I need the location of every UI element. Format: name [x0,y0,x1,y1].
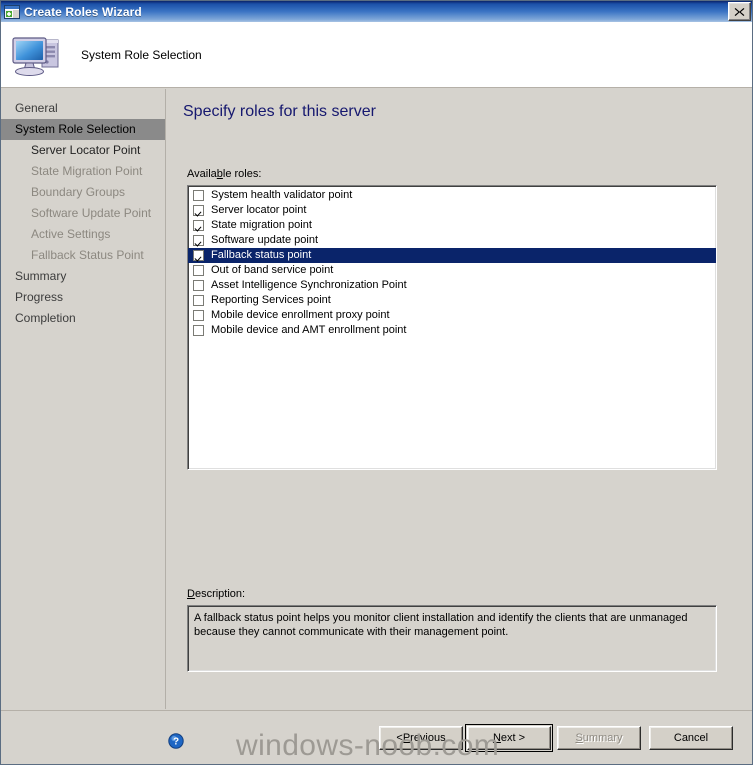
sidebar-item-server-locator-point[interactable]: Server Locator Point [1,140,165,161]
header-title: System Role Selection [81,47,202,62]
list-item[interactable]: Reporting Services point [188,293,716,308]
list-item[interactable]: Mobile device and AMT enrollment point [188,323,716,338]
role-checkbox[interactable] [193,295,204,306]
role-checkbox[interactable] [193,280,204,291]
list-item[interactable]: Mobile device enrollment proxy point [188,308,716,323]
sidebar-item-progress[interactable]: Progress [1,287,165,308]
next-button-accelerator: N [492,732,501,744]
description-label-accelerator: D [187,588,195,600]
list-item[interactable]: System health validator point [188,188,716,203]
description-text: A fallback status point helps you monito… [194,612,688,638]
role-label: Asset Intelligence Synchronization Point [211,279,407,291]
list-item[interactable]: Asset Intelligence Synchronization Point [188,278,716,293]
wizard-button-bar: ? < Previous Next > Summary Cancel [1,710,752,764]
cancel-button[interactable]: Cancel [649,726,733,750]
sidebar-item-general[interactable]: General [1,98,165,119]
role-checkbox[interactable] [193,325,204,336]
role-label: Software update point [211,234,319,246]
available-roles-label-pre: Availa [187,168,217,180]
wizard-body: General System Role Selection Server Loc… [1,89,752,709]
sidebar-item-fallback-status-point[interactable]: Fallback Status Point [1,245,165,266]
computer-icon [11,31,63,79]
role-label: State migration point [211,219,312,231]
next-button-post: ext > [500,732,526,744]
role-checkbox[interactable] [193,205,204,216]
previous-button-post: revious [410,732,446,744]
sidebar-item-summary[interactable]: Summary [1,266,165,287]
role-checkbox[interactable] [193,250,204,261]
list-item[interactable]: Software update point [188,233,716,248]
role-label: Mobile device and AMT enrollment point [211,324,407,336]
sidebar-item-state-migration-point[interactable]: State Migration Point [1,161,165,182]
description-label-post: escription: [194,588,246,600]
role-checkbox[interactable] [193,235,204,246]
previous-button[interactable]: < Previous [379,726,463,750]
sidebar-item-completion[interactable]: Completion [1,308,165,329]
page-title: Specify roles for this server [183,103,376,120]
list-item-selected[interactable]: Fallback status point [188,248,716,263]
role-label: Mobile device enrollment proxy point [211,309,390,321]
sidebar-item-software-update-point[interactable]: Software Update Point [1,203,165,224]
close-button[interactable] [728,2,751,21]
sidebar-item-system-role-selection[interactable]: System Role Selection [1,119,165,140]
create-roles-wizard-window: Create Roles Wizard System Role Selectio… [0,0,753,765]
list-item[interactable]: State migration point [188,218,716,233]
role-checkbox[interactable] [193,265,204,276]
wizard-content-pane: Specify roles for this server Available … [166,89,752,709]
role-checkbox[interactable] [193,190,204,201]
help-icon[interactable]: ? [168,733,184,749]
role-label: System health validator point [211,189,353,201]
svg-text:?: ? [173,737,179,748]
sidebar-item-boundary-groups[interactable]: Boundary Groups [1,182,165,203]
list-item[interactable]: Server locator point [188,203,716,218]
sidebar-item-active-settings[interactable]: Active Settings [1,224,165,245]
window-title: Create Roles Wizard [24,4,142,19]
role-checkbox[interactable] [193,310,204,321]
summary-button-accelerator: S [575,732,583,744]
list-item[interactable]: Out of band service point [188,263,716,278]
role-label: Out of band service point [211,264,334,276]
role-label: Fallback status point [211,249,312,261]
previous-button-accelerator: P [402,732,411,744]
available-roles-list[interactable]: System health validator point Server loc… [187,185,717,470]
summary-button-post: ummary [582,732,623,744]
close-icon [734,7,745,16]
role-checkbox[interactable] [193,220,204,231]
available-roles-label-post: le roles: [222,168,262,180]
wizard-header: System Role Selection [1,22,752,88]
wizard-step-nav: General System Role Selection Server Loc… [1,89,166,709]
description-box: A fallback status point helps you monito… [187,605,717,672]
title-bar: Create Roles Wizard [1,1,752,22]
summary-button: Summary [557,726,641,750]
role-label: Server locator point [211,204,307,216]
next-button[interactable]: Next > [465,724,553,752]
role-label: Reporting Services point [211,294,331,306]
wizard-window-icon [4,4,20,19]
available-roles-label: Available roles: [187,168,261,180]
description-label: Description: [187,588,245,600]
